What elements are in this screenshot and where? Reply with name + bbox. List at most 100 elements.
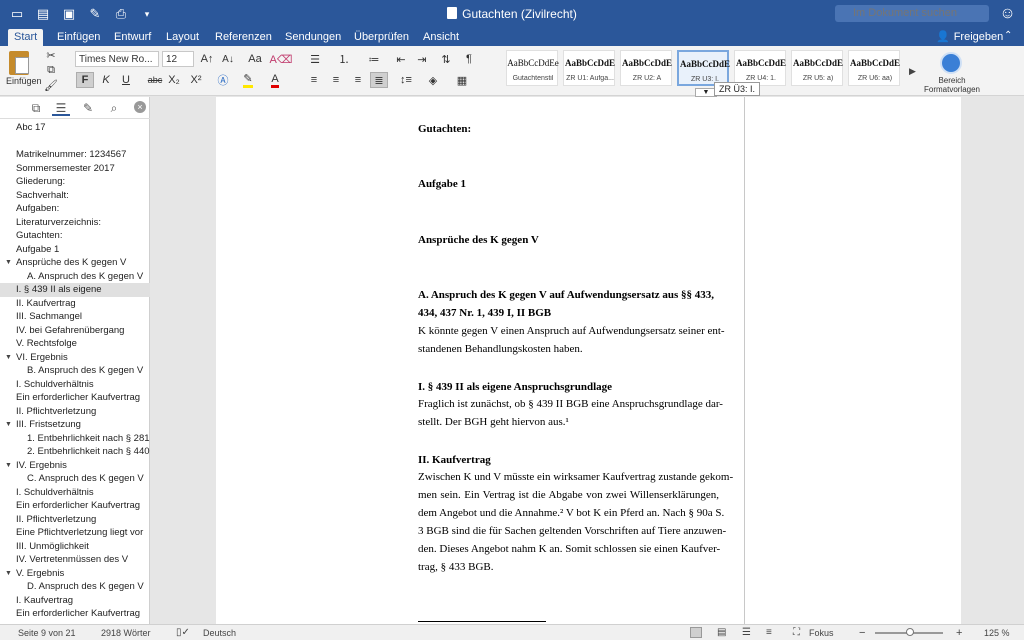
- outline-view-icon[interactable]: ☰: [742, 627, 751, 639]
- page-count[interactable]: Seite 9 von 21: [18, 627, 76, 639]
- outline-item[interactable]: ▼ VI. Ergebnis: [0, 351, 150, 365]
- outline-item[interactable]: Ein erforderlicher Kaufvertrag: [0, 499, 150, 513]
- outline-item[interactable]: 2. Entbehrlichkeit nach § 440: [0, 445, 150, 459]
- outline-item[interactable]: II. Kaufvertrag: [0, 297, 150, 311]
- document-area[interactable]: Gutachten: Aufgabe 1 Ansprüche des K geg…: [151, 97, 1024, 624]
- expand-triangle-icon[interactable]: ▼: [5, 459, 12, 473]
- web-layout-icon[interactable]: ▤: [717, 627, 726, 639]
- grow-font-icon[interactable]: A↑: [199, 51, 215, 67]
- format-painter-icon[interactable]: 🖌: [44, 79, 58, 92]
- outline-item[interactable]: Gutachten:: [0, 229, 150, 243]
- print-layout-icon[interactable]: [690, 627, 702, 638]
- focus-label[interactable]: Fokus: [809, 627, 834, 639]
- style-zr-u6[interactable]: AaBbCcDdE ZR Ü6: aa): [848, 50, 900, 86]
- highlight-icon[interactable]: ✎: [239, 72, 257, 88]
- templates-icon[interactable]: ▤: [34, 5, 52, 23]
- collapse-ribbon-icon[interactable]: ⌃: [1004, 30, 1012, 41]
- outline-item[interactable]: Aufgabe 1: [0, 243, 150, 257]
- cut-icon[interactable]: ✂: [45, 49, 57, 62]
- tab-entwurf[interactable]: Entwurf: [108, 29, 157, 46]
- clear-formatting-icon[interactable]: A⌫: [270, 51, 293, 67]
- draft-view-icon[interactable]: ≡: [766, 627, 772, 639]
- styles-pane-icon[interactable]: [940, 52, 962, 74]
- outline-item[interactable]: III. Unmöglichkeit: [0, 540, 150, 554]
- share-button[interactable]: 👤 Freigeben: [936, 29, 1003, 45]
- style-zr-u4[interactable]: AaBbCcDdE ZR Ü4: 1.: [734, 50, 786, 86]
- expand-triangle-icon[interactable]: ▼: [5, 256, 12, 270]
- style-zr-u1[interactable]: AaBbCcDdE ZR Ü1: Aufga...: [563, 50, 615, 86]
- close-pane-icon[interactable]: ×: [134, 101, 146, 113]
- italic-button[interactable]: K: [98, 72, 114, 88]
- outline-item[interactable]: 1. Entbehrlichkeit nach § 281: [0, 432, 150, 446]
- outline-item[interactable]: [0, 135, 150, 149]
- search-input[interactable]: [835, 5, 989, 22]
- zoom-level[interactable]: 125 %: [984, 627, 1010, 639]
- outline-item[interactable]: Sommersemester 2017: [0, 162, 150, 176]
- feedback-smiley-icon[interactable]: ☺: [999, 5, 1016, 22]
- style-gutachtenstil[interactable]: AaBbCcDdEe Gutachtenstil: [506, 50, 559, 86]
- outline-item[interactable]: I. Schuldverhältnis: [0, 486, 150, 500]
- styles-pane-button[interactable]: Bereich Formatvorlagen: [922, 76, 982, 94]
- outline-item[interactable]: I. Kaufvertrag: [0, 594, 150, 608]
- tab-ueberpruefen[interactable]: Überprüfen: [348, 29, 415, 46]
- word-count[interactable]: 2918 Wörter: [101, 627, 151, 639]
- copy-icon[interactable]: ⧉: [45, 64, 57, 76]
- new-doc-icon[interactable]: ▭: [8, 5, 26, 23]
- outline-item[interactable]: Gliederung:: [0, 175, 150, 189]
- change-case-icon[interactable]: Aa: [245, 51, 265, 67]
- outline-item[interactable]: Eine Pflichtverletzung liegt vor: [0, 526, 150, 540]
- outline-list-icon[interactable]: ☰: [52, 100, 70, 116]
- borders-icon[interactable]: ▦: [450, 72, 474, 88]
- tab-start[interactable]: Start: [8, 29, 44, 46]
- increase-indent-icon[interactable]: ⇥: [414, 51, 430, 67]
- bold-button[interactable]: F: [76, 72, 94, 88]
- outline-item[interactable]: Ein erforderlicher Kaufvertrag: [0, 391, 150, 405]
- style-zr-u3[interactable]: AaBbCcDdE ZR Ü3: I.: [677, 50, 730, 86]
- save-icon[interactable]: ▣: [60, 5, 78, 23]
- style-zr-u5[interactable]: AaBbCcDdE ZR Ü5: a): [791, 50, 843, 86]
- subscript-button[interactable]: X₂: [166, 72, 182, 88]
- outline-item[interactable]: ▼ III. Fristsetzung: [0, 418, 150, 432]
- show-marks-icon[interactable]: ¶: [461, 51, 477, 67]
- multilevel-list-icon[interactable]: ≔: [364, 51, 384, 67]
- paste-icon[interactable]: [9, 51, 29, 75]
- zoom-slider-thumb[interactable]: [906, 628, 914, 636]
- underline-button[interactable]: U: [118, 72, 134, 88]
- tab-sendungen[interactable]: Sendungen: [279, 29, 347, 46]
- decrease-indent-icon[interactable]: ⇤: [393, 51, 409, 67]
- outline-item[interactable]: D. Anspruch des K gegen V: [0, 580, 150, 594]
- shrink-font-icon[interactable]: A↓: [220, 51, 236, 67]
- outline-item[interactable]: Ein erforderlicher Kaufvertrag: [0, 607, 150, 621]
- outline-item[interactable]: I. Schuldverhältnis: [0, 378, 150, 392]
- superscript-button[interactable]: X²: [188, 72, 204, 88]
- document-page[interactable]: Gutachten: Aufgabe 1 Ansprüche des K geg…: [216, 97, 961, 624]
- outline-item[interactable]: ▼ Ansprüche des K gegen V: [0, 256, 150, 270]
- font-color-icon[interactable]: A: [266, 72, 284, 88]
- edit-outline-icon[interactable]: ✎: [79, 100, 97, 116]
- outline-item[interactable]: II. Pflichtverletzung: [0, 405, 150, 419]
- tab-layout[interactable]: Layout: [160, 29, 205, 46]
- shading-icon[interactable]: ◈: [423, 72, 443, 88]
- outline-item[interactable]: II. Pflichtverletzung: [0, 513, 150, 527]
- strikethrough-button[interactable]: abc: [146, 72, 164, 88]
- outline-item[interactable]: Aufgaben:: [0, 202, 150, 216]
- expand-triangle-icon[interactable]: ▼: [5, 418, 12, 432]
- outline-item[interactable]: V. Rechtsfolge: [0, 337, 150, 351]
- align-left-icon[interactable]: ≡: [306, 72, 322, 88]
- line-spacing-icon[interactable]: ↕≡: [396, 72, 416, 88]
- outline-item[interactable]: ▼ V. Ergebnis: [0, 567, 150, 581]
- outline-item[interactable]: Literaturverzeichnis:: [0, 216, 150, 230]
- tab-einfuegen[interactable]: Einfügen: [51, 29, 106, 46]
- focus-icon[interactable]: ⛶: [793, 627, 800, 639]
- outline-item[interactable]: C. Anspruch des K gegen V: [0, 472, 150, 486]
- tab-ansicht[interactable]: Ansicht: [417, 29, 465, 46]
- outline-item[interactable]: IV. bei Gefahrenübergang: [0, 324, 150, 338]
- sort-icon[interactable]: ⇅: [438, 51, 454, 67]
- thumbnails-icon[interactable]: ⧉: [27, 100, 45, 116]
- justify-icon[interactable]: ≣: [370, 72, 388, 88]
- vertical-scrollbar[interactable]: [1014, 97, 1024, 624]
- outline-item[interactable]: Matrikelnummer: 1234567: [0, 148, 150, 162]
- expand-triangle-icon[interactable]: ▼: [5, 567, 12, 581]
- font-size-select[interactable]: 12: [162, 51, 194, 67]
- font-name-select[interactable]: Times New Ro...: [75, 51, 159, 67]
